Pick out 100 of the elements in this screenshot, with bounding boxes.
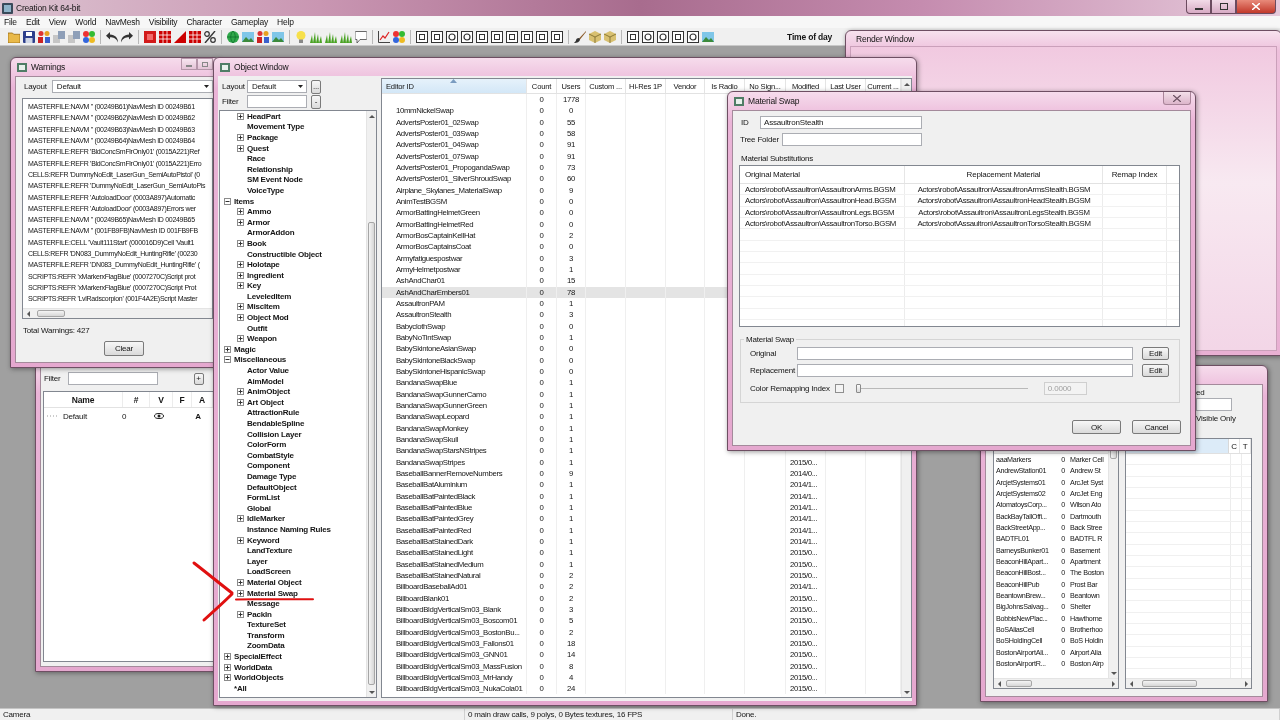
framed-square-icon[interactable] [476, 30, 488, 43]
plus-box-icon[interactable] [224, 653, 231, 661]
maximize-button[interactable] [1211, 0, 1236, 14]
plus-box-icon[interactable] [237, 335, 244, 343]
menu-item[interactable]: File [0, 17, 21, 27]
column-header[interactable]: T [1240, 439, 1251, 453]
tree-item[interactable]: DefaultObject [247, 482, 297, 492]
globe-icon[interactable] [227, 30, 239, 43]
filter-field[interactable] [67, 372, 158, 385]
tree-item[interactable]: Armor [247, 217, 270, 227]
minus-box-icon[interactable] [224, 197, 231, 205]
tree-item[interactable]: Package [247, 133, 279, 142]
cancel-button[interactable]: Cancel [1132, 420, 1181, 434]
tree-item[interactable]: Collision Layer [247, 429, 302, 439]
original-field[interactable] [797, 347, 1133, 360]
menu-item[interactable]: View [44, 17, 71, 27]
filter-clear-button[interactable]: - [311, 94, 321, 109]
plus-box-icon[interactable] [237, 388, 244, 396]
tree-item[interactable]: Magic [234, 344, 256, 354]
plus-box-icon[interactable] [237, 303, 244, 311]
undo-icon[interactable] [106, 30, 118, 43]
tree-item[interactable]: Layer [247, 556, 268, 566]
tree-item[interactable]: Quest [247, 143, 269, 153]
plus-box-icon[interactable] [237, 536, 244, 544]
tree-item[interactable]: HeadPart [247, 111, 281, 121]
figures-icon[interactable] [38, 30, 50, 43]
plus-box-icon[interactable] [237, 271, 244, 279]
plus-box-icon[interactable] [237, 589, 244, 597]
plus-box-icon[interactable] [237, 218, 244, 226]
framed-square-icon[interactable] [627, 30, 639, 43]
tree-item[interactable]: WorldObjects [234, 673, 284, 683]
tree-item[interactable]: SpecialEffect [234, 652, 282, 662]
framed-circle-icon[interactable] [446, 30, 458, 43]
plus-box-icon[interactable] [237, 208, 244, 216]
plus-box-icon[interactable] [224, 345, 231, 353]
replacement-field[interactable] [797, 364, 1133, 377]
column-header[interactable]: Original Material [740, 166, 905, 183]
column-header[interactable]: C [1229, 439, 1240, 453]
tree-item[interactable]: LoadScreen [247, 567, 291, 577]
tree-item[interactable]: Constructible Object [247, 249, 322, 259]
tree-item[interactable]: IdleMarker [247, 514, 286, 524]
dots-icon[interactable] [83, 30, 95, 43]
layout-dropdown[interactable]: Default [247, 80, 307, 93]
tree-item[interactable]: BendableSpline [247, 419, 305, 428]
tree-item[interactable]: Key [247, 281, 262, 291]
tree-item[interactable]: Instance Naming Rules [247, 524, 331, 534]
picture-icon[interactable] [242, 30, 254, 43]
tree-item[interactable]: Weapon [247, 334, 277, 344]
framed-square-icon[interactable] [672, 30, 684, 43]
tree-item[interactable]: Relationship [247, 164, 293, 174]
plus-box-icon[interactable] [224, 663, 231, 671]
column-header[interactable]: F [173, 392, 192, 407]
vertical-scrollbar[interactable] [366, 111, 376, 697]
tree-item[interactable]: Movement Type [247, 122, 305, 132]
framed-square-icon[interactable] [431, 30, 443, 43]
tree-item[interactable]: Holotape [247, 260, 280, 270]
id-field[interactable]: AssaultronStealth [760, 116, 922, 129]
tree-item[interactable]: *All [234, 683, 247, 693]
tree-item[interactable]: Art Object [247, 397, 284, 407]
bulb-icon[interactable] [295, 30, 307, 43]
tree-item[interactable]: Ammo [247, 207, 272, 217]
column-header[interactable]: Replacement Material [905, 166, 1103, 183]
plus-box-icon[interactable] [237, 282, 244, 290]
menu-item[interactable]: NavMesh [101, 17, 144, 27]
column-header[interactable]: V [150, 392, 173, 407]
tree-item[interactable]: Ingredient [247, 270, 284, 280]
plus-box-icon[interactable] [224, 674, 231, 682]
brush-icon[interactable] [574, 30, 586, 43]
grid-icon[interactable] [159, 30, 171, 43]
text-field[interactable] [1196, 398, 1232, 411]
framed-circle-icon[interactable] [687, 30, 699, 43]
layout-dropdown[interactable]: Default [51, 80, 213, 93]
tree-item[interactable]: AnimObject [247, 387, 290, 397]
tree-item[interactable]: LeveledItem [247, 291, 292, 301]
tree-item[interactable]: Keyword [247, 535, 280, 545]
menu-item[interactable]: Character [182, 17, 226, 27]
tree-item[interactable]: WorldData [234, 662, 273, 672]
tree-item[interactable]: AttractionRule [247, 408, 300, 418]
chart-icon[interactable] [378, 30, 390, 43]
tree-item[interactable]: MiscItem [247, 302, 280, 312]
horizontal-scrollbar[interactable] [1126, 678, 1251, 688]
tree-item[interactable]: Race [247, 154, 266, 164]
framed-circle-icon[interactable] [657, 30, 669, 43]
tree-item[interactable]: ColorForm [247, 440, 287, 450]
plus-box-icon[interactable] [237, 398, 244, 406]
tree-item[interactable]: Global [247, 503, 271, 513]
tree-item[interactable]: Message [247, 599, 280, 609]
plus-box-icon[interactable] [237, 239, 244, 247]
tree-item[interactable]: Material Object [247, 577, 302, 587]
dots-icon[interactable] [393, 30, 405, 43]
framed-square-icon[interactable] [506, 30, 518, 43]
plus-box-icon[interactable] [237, 578, 244, 586]
tree-item[interactable]: Material Swap [247, 588, 298, 598]
framed-square-icon[interactable] [551, 30, 563, 43]
minimize-button[interactable] [1186, 0, 1211, 14]
tree-item[interactable]: ZoomData [247, 641, 285, 651]
tree-item[interactable]: TextureSet [247, 620, 286, 630]
framed-square-icon[interactable] [536, 30, 548, 43]
column-header[interactable]: # [123, 392, 150, 407]
more-button[interactable]: ... [311, 79, 321, 94]
